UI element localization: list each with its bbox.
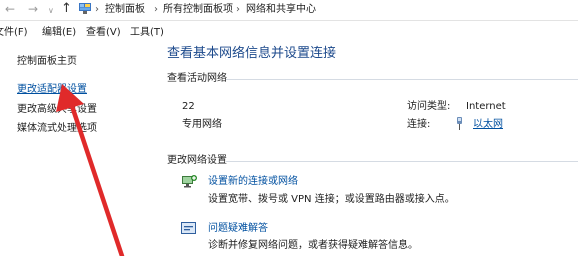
menu-tools[interactable]: 工具(T) — [130, 26, 164, 39]
address-bar: ← → ∨ ↑ › 控制面板 › 所有控制面板项 › 网络和共享中心 — [0, 0, 578, 21]
page-title: 查看基本网络信息并设置连接 — [167, 46, 337, 61]
connection-label: 连接: — [407, 119, 431, 130]
back-icon[interactable]: ← — [5, 2, 15, 16]
forward-icon[interactable]: → — [28, 2, 38, 16]
sidebar: 控制面板主页 更改适配器设置 更改高级共享设置 媒体流式处理选项 — [0, 42, 160, 256]
menu-file[interactable]: 文件(F) — [0, 26, 28, 39]
recent-dropdown-icon[interactable]: ∨ — [48, 4, 54, 18]
breadcrumb-separator: › — [236, 4, 240, 15]
task-setup-connection-link[interactable]: 设置新的连接或网络 — [208, 175, 298, 188]
network-name: 22 — [182, 101, 195, 112]
connection-link[interactable]: 以太网 — [473, 118, 503, 131]
task-troubleshoot-desc: 诊断并修复网络问题，或者获得疑难解答信息。 — [208, 240, 418, 251]
network-setup-icon — [182, 175, 197, 188]
up-icon[interactable]: ↑ — [61, 2, 72, 16]
sidebar-item-home[interactable]: 控制面板主页 — [17, 55, 77, 68]
ethernet-icon — [457, 117, 462, 130]
troubleshoot-icon — [181, 222, 196, 234]
task-setup-connection-desc: 设置宽带、拨号或 VPN 连接；或设置路由器或接入点。 — [208, 194, 455, 205]
network-type: 专用网络 — [182, 119, 222, 130]
menu-bar: 文件(F) 编辑(E) 查看(V) 工具(T) — [0, 21, 578, 41]
access-type-label: 访问类型: — [407, 101, 451, 112]
sidebar-item-sharing-settings[interactable]: 更改高级共享设置 — [17, 103, 97, 116]
control-panel-icon — [79, 3, 91, 14]
menu-edit[interactable]: 编辑(E) — [42, 26, 76, 39]
sidebar-item-adapter-settings[interactable]: 更改适配器设置 — [17, 83, 87, 96]
section-divider — [226, 161, 578, 162]
breadcrumb-control-panel[interactable]: 控制面板 — [105, 3, 145, 16]
section-divider — [226, 79, 578, 80]
menu-view[interactable]: 查看(V) — [86, 26, 121, 39]
task-troubleshoot-link[interactable]: 问题疑难解答 — [208, 222, 268, 235]
main-content: 查看基本网络信息并设置连接 查看活动网络 22 专用网络 访问类型: Inter… — [160, 42, 578, 256]
breadcrumb-network-center[interactable]: 网络和共享中心 — [246, 3, 316, 16]
change-settings-header: 更改网络设置 — [167, 155, 227, 166]
sidebar-item-media-streaming[interactable]: 媒体流式处理选项 — [17, 122, 97, 135]
access-type-value: Internet — [466, 101, 506, 112]
breadcrumb-separator: › — [154, 4, 158, 15]
breadcrumb-all-items[interactable]: 所有控制面板项 — [163, 3, 233, 16]
active-networks-header: 查看活动网络 — [167, 73, 227, 84]
breadcrumb-separator: › — [95, 4, 99, 15]
